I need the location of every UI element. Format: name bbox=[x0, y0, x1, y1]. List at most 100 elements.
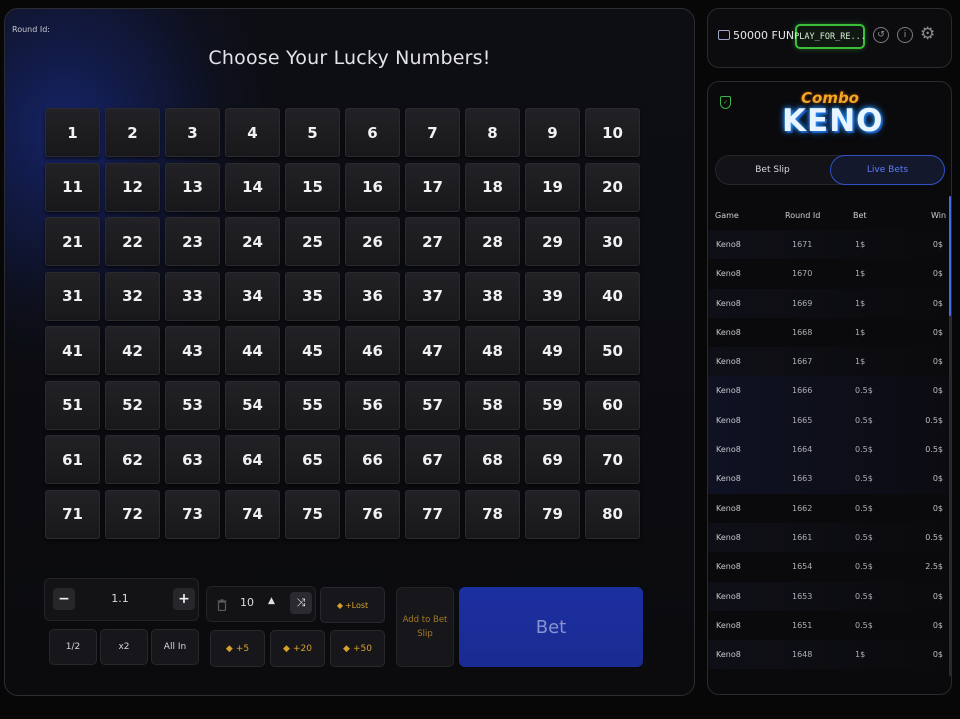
number-tile[interactable]: 4 bbox=[225, 108, 280, 157]
half-stake-button[interactable]: 1/2 bbox=[49, 629, 97, 665]
number-tile[interactable]: 79 bbox=[525, 489, 580, 539]
number-tile[interactable]: 48 bbox=[465, 326, 520, 375]
number-tile[interactable]: 65 bbox=[285, 435, 340, 484]
number-tile[interactable]: 23 bbox=[165, 217, 220, 266]
number-tile[interactable]: 73 bbox=[165, 489, 220, 539]
number-tile[interactable]: 63 bbox=[165, 435, 220, 484]
number-tile[interactable]: 39 bbox=[525, 271, 580, 321]
number-tile[interactable]: 28 bbox=[465, 217, 520, 266]
number-tile[interactable]: 12 bbox=[105, 162, 160, 212]
number-tile[interactable]: 32 bbox=[105, 271, 160, 321]
plus-lost-button[interactable]: ◆ +Lost bbox=[320, 587, 385, 623]
number-tile[interactable]: 33 bbox=[165, 271, 220, 321]
bet-button[interactable]: Bet bbox=[459, 587, 643, 667]
number-tile[interactable]: 1 bbox=[45, 108, 100, 157]
add-to-bet-slip-button[interactable]: Add to Bet Slip bbox=[396, 587, 454, 667]
caret-up-icon[interactable]: ▲ bbox=[268, 596, 275, 606]
number-tile[interactable]: 61 bbox=[45, 435, 100, 484]
stake-input[interactable]: 1.1 bbox=[80, 589, 160, 609]
number-tile[interactable]: 34 bbox=[225, 271, 280, 321]
number-tile[interactable]: 47 bbox=[405, 326, 460, 375]
number-tile[interactable]: 29 bbox=[525, 217, 580, 266]
number-tile[interactable]: 67 bbox=[405, 435, 460, 484]
number-tile[interactable]: 10 bbox=[585, 108, 640, 157]
history-icon[interactable]: ↺ bbox=[873, 27, 889, 43]
stake-increase-button[interactable]: + bbox=[173, 588, 195, 610]
number-tile[interactable]: 46 bbox=[345, 326, 400, 375]
number-tile[interactable]: 15 bbox=[285, 162, 340, 212]
number-tile[interactable]: 64 bbox=[225, 435, 280, 484]
number-tile[interactable]: 49 bbox=[525, 326, 580, 375]
number-tile[interactable]: 30 bbox=[585, 217, 640, 266]
number-tile[interactable]: 9 bbox=[525, 108, 580, 157]
number-tile[interactable]: 14 bbox=[225, 162, 280, 212]
shuffle-icon[interactable]: ⤨ bbox=[290, 592, 312, 614]
number-tile[interactable]: 20 bbox=[585, 162, 640, 212]
number-tile[interactable]: 76 bbox=[345, 489, 400, 539]
trash-icon[interactable] bbox=[213, 594, 231, 616]
number-tile[interactable]: 66 bbox=[345, 435, 400, 484]
scrollbar-thumb[interactable] bbox=[949, 196, 951, 316]
number-tile[interactable]: 54 bbox=[225, 380, 280, 430]
number-tile[interactable]: 36 bbox=[345, 271, 400, 321]
number-tile[interactable]: 55 bbox=[285, 380, 340, 430]
number-tile[interactable]: 52 bbox=[105, 380, 160, 430]
number-tile[interactable]: 77 bbox=[405, 489, 460, 539]
number-tile[interactable]: 80 bbox=[585, 489, 640, 539]
number-tile[interactable]: 58 bbox=[465, 380, 520, 430]
number-tile[interactable]: 43 bbox=[165, 326, 220, 375]
number-tile[interactable]: 8 bbox=[465, 108, 520, 157]
number-tile[interactable]: 16 bbox=[345, 162, 400, 212]
number-tile[interactable]: 27 bbox=[405, 217, 460, 266]
info-icon[interactable]: i bbox=[897, 27, 913, 43]
plus50-button[interactable]: ◆ +50 bbox=[330, 630, 385, 667]
number-tile[interactable]: 75 bbox=[285, 489, 340, 539]
number-tile[interactable]: 51 bbox=[45, 380, 100, 430]
number-tile[interactable]: 18 bbox=[465, 162, 520, 212]
double-stake-button[interactable]: x2 bbox=[100, 629, 148, 665]
number-tile[interactable]: 40 bbox=[585, 271, 640, 321]
number-tile[interactable]: 26 bbox=[345, 217, 400, 266]
number-tile[interactable]: 57 bbox=[405, 380, 460, 430]
number-tile[interactable]: 70 bbox=[585, 435, 640, 484]
number-tile[interactable]: 50 bbox=[585, 326, 640, 375]
plus20-button[interactable]: ◆ +20 bbox=[270, 630, 325, 667]
number-tile[interactable]: 13 bbox=[165, 162, 220, 212]
number-tile[interactable]: 2 bbox=[105, 108, 160, 157]
fair-shield-icon[interactable]: ✓ bbox=[720, 96, 731, 109]
number-tile[interactable]: 72 bbox=[105, 489, 160, 539]
play-mode-button[interactable]: PLAY_FOR_RE... bbox=[794, 24, 866, 49]
number-tile[interactable]: 42 bbox=[105, 326, 160, 375]
tab-bet-slip[interactable]: Bet Slip bbox=[715, 155, 830, 185]
number-tile[interactable]: 69 bbox=[525, 435, 580, 484]
plus5-button[interactable]: ◆ +5 bbox=[210, 630, 265, 667]
number-tile[interactable]: 3 bbox=[165, 108, 220, 157]
number-tile[interactable]: 59 bbox=[525, 380, 580, 430]
number-tile[interactable]: 7 bbox=[405, 108, 460, 157]
number-tile[interactable]: 53 bbox=[165, 380, 220, 430]
gear-icon[interactable]: ⚙ bbox=[920, 24, 935, 44]
all-in-button[interactable]: All In bbox=[151, 629, 199, 665]
number-tile[interactable]: 37 bbox=[405, 271, 460, 321]
number-tile[interactable]: 31 bbox=[45, 271, 100, 321]
number-tile[interactable]: 17 bbox=[405, 162, 460, 212]
number-tile[interactable]: 78 bbox=[465, 489, 520, 539]
number-tile[interactable]: 56 bbox=[345, 380, 400, 430]
tab-live-bets[interactable]: Live Bets bbox=[830, 155, 945, 185]
number-tile[interactable]: 44 bbox=[225, 326, 280, 375]
number-tile[interactable]: 6 bbox=[345, 108, 400, 157]
number-tile[interactable]: 60 bbox=[585, 380, 640, 430]
number-tile[interactable]: 45 bbox=[285, 326, 340, 375]
number-tile[interactable]: 25 bbox=[285, 217, 340, 266]
number-tile[interactable]: 24 bbox=[225, 217, 280, 266]
number-tile[interactable]: 19 bbox=[525, 162, 580, 212]
number-tile[interactable]: 22 bbox=[105, 217, 160, 266]
number-tile[interactable]: 71 bbox=[45, 489, 100, 539]
number-tile[interactable]: 35 bbox=[285, 271, 340, 321]
number-tile[interactable]: 21 bbox=[45, 217, 100, 266]
number-tile[interactable]: 5 bbox=[285, 108, 340, 157]
number-tile[interactable]: 11 bbox=[45, 162, 100, 212]
number-tile[interactable]: 68 bbox=[465, 435, 520, 484]
number-tile[interactable]: 62 bbox=[105, 435, 160, 484]
number-tile[interactable]: 74 bbox=[225, 489, 280, 539]
